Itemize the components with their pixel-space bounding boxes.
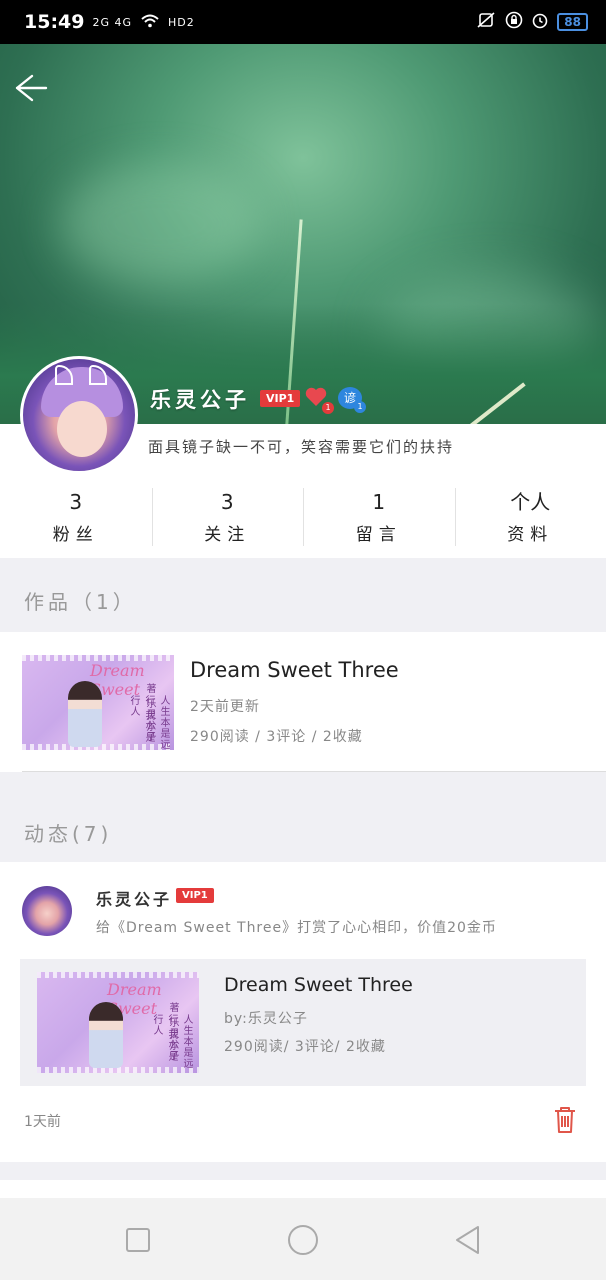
status-bar: 15:49 2G 4G HD2 88 [0,0,606,44]
vip-badge: VIP1 [260,390,301,407]
activity-cover-slogan: 人生本是远行 我亦是行人 [151,1014,192,1069]
heart-badge-icon: 1 [304,386,334,414]
work-title[interactable]: Dream Sweet Three [190,658,399,682]
recent-apps-square-icon[interactable] [118,1220,158,1260]
wifi-icon [140,13,160,32]
works-count: （1） [72,590,137,614]
profile-signature: 面具镜子缺一不可，笑容需要它们的扶持 [148,438,455,456]
activity-book-cover[interactable]: Dream Sweet 著 乐灵公子 人生本是远行 我亦是行人 [37,972,199,1073]
stat-fans-label: 粉丝 [52,525,99,545]
stat-profile-line2: 资料 [507,525,554,545]
mute-icon [475,11,497,33]
alarm-icon [531,11,549,33]
stat-messages-label: 留言 [355,525,402,545]
activity-book-author: by:乐灵公子 [224,1011,308,1027]
battery-icon: 88 [557,13,588,31]
delete-trash-icon[interactable] [550,1104,580,1136]
work-stats: 290阅读 / 3评论 / 2收藏 [190,729,363,745]
profile-username: 乐灵公子 [150,388,250,412]
stat-profile-info[interactable]: 个人 资料 [454,480,606,558]
stat-messages[interactable]: 1 留言 [303,480,455,558]
activity-book-stats: 290阅读/ 3评论/ 2收藏 [224,1039,386,1055]
next-item-edge [0,1180,606,1198]
work-cover-image[interactable]: Dream Sweet 著 乐灵公子 人生本是远行 我亦是行人 [22,655,174,750]
activity-username[interactable]: 乐灵公子 [96,886,172,910]
medal-count: 1 [354,401,366,413]
activity-avatar[interactable] [22,886,72,936]
home-circle-icon[interactable] [283,1220,323,1260]
stat-messages-value: 1 [372,490,386,514]
activity-vip-badge: VIP1 [176,888,214,903]
stat-fans[interactable]: 3 粉丝 [0,480,152,558]
work-cover-script: Dream Sweet [90,661,145,699]
lock-icon [505,11,523,33]
work-cover-slogan: 人生本是远行 我亦是行人 [128,695,169,750]
stat-following[interactable]: 3 关注 [151,480,304,558]
stat-profile-line1: 个人 [510,490,551,514]
works-title: 作品 [24,590,72,614]
avatar[interactable] [20,356,138,474]
signal-icon: 2G 4G [92,15,133,29]
medal-badge-icon: 谚 1 [338,387,366,413]
works-section-title: 作品（1） [24,586,137,615]
back-triangle-icon[interactable] [448,1220,488,1260]
stat-following-value: 3 [220,490,234,514]
profile-stats: 3 粉丝 3 关注 1 留言 个人 资料 [0,480,606,558]
activity-time: 1天前 [24,1114,61,1130]
stat-fans-value: 3 [69,490,83,514]
network-type: HD2 [168,15,195,29]
heart-badge-count: 1 [322,402,334,414]
work-updated: 2天前更新 [190,699,260,715]
system-navigation-bar [0,1198,606,1280]
status-time: 15:49 [24,11,85,33]
stat-following-label: 关注 [204,525,251,545]
activity-text: 给《Dream Sweet Three》打赏了心心相印，价值20金币 [96,920,497,936]
activity-section-title: 动态(7) [24,822,113,846]
back-arrow-icon[interactable] [12,70,52,106]
activity-book-title: Dream Sweet Three [224,974,413,996]
